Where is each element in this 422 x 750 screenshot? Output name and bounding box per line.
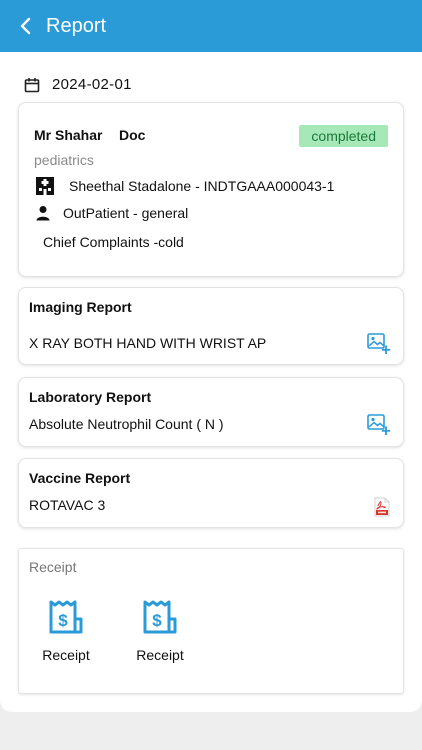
visit-card[interactable]: Mr Shahar Doc completed pediatrics Sheet… xyxy=(18,102,404,277)
page-title: Report xyxy=(46,14,107,37)
hospital-name: Sheethal Stadalone - INDTGAAA000043-1 xyxy=(69,178,335,194)
hospital-icon xyxy=(36,177,54,195)
app-bar: Report xyxy=(0,0,422,52)
add-image-icon[interactable] xyxy=(367,333,391,355)
laboratory-report-item: Absolute Neutrophil Count ( N ) xyxy=(29,416,224,432)
person-icon xyxy=(36,206,50,221)
calendar-icon xyxy=(24,77,40,92)
doctor-label: Doc xyxy=(119,127,146,143)
receipt-icon[interactable]: $ xyxy=(47,599,85,635)
pdf-icon[interactable] xyxy=(373,497,391,517)
svg-text:$: $ xyxy=(152,611,162,630)
chief-complaints: Chief Complaints -cold xyxy=(43,234,184,250)
patient-name: Mr Shahar xyxy=(34,127,103,143)
department: pediatrics xyxy=(34,152,94,168)
add-image-icon[interactable] xyxy=(367,414,391,436)
laboratory-report-title: Laboratory Report xyxy=(29,389,152,405)
receipt-heading: Receipt xyxy=(29,559,77,575)
receipt-item[interactable]: $ Receipt xyxy=(125,599,195,663)
receipt-section: Receipt $ Receipt $ Receipt xyxy=(18,548,404,694)
chevron-left-icon xyxy=(20,17,31,35)
imaging-report-title: Imaging Report xyxy=(29,299,132,315)
report-page: 2024-02-01 Mr Shahar Doc completed pedia… xyxy=(0,52,422,712)
date-text: 2024-02-01 xyxy=(52,76,132,93)
hospital-row: Sheethal Stadalone - INDTGAAA000043-1 xyxy=(35,176,334,196)
visit-date: 2024-02-01 xyxy=(24,76,132,93)
vaccine-report-item: ROTAVAC 3 xyxy=(29,497,106,513)
status-badge: completed xyxy=(299,125,388,147)
patient-type: OutPatient - general xyxy=(63,205,189,221)
receipt-item[interactable]: $ Receipt xyxy=(31,599,101,663)
laboratory-report-card[interactable]: Laboratory Report Absolute Neutrophil Co… xyxy=(18,377,404,447)
receipt-label: Receipt xyxy=(42,647,90,663)
imaging-report-item: X RAY BOTH HAND WITH WRIST AP xyxy=(29,335,267,351)
vaccine-report-title: Vaccine Report xyxy=(29,470,131,486)
patient-type-row: OutPatient - general xyxy=(35,205,188,221)
vaccine-report-card[interactable]: Vaccine Report ROTAVAC 3 xyxy=(18,458,404,528)
svg-text:$: $ xyxy=(58,611,68,630)
receipt-label: Receipt xyxy=(136,647,184,663)
imaging-report-card[interactable]: Imaging Report X RAY BOTH HAND WITH WRIS… xyxy=(18,287,404,365)
receipt-icon[interactable]: $ xyxy=(141,599,179,635)
back-button[interactable] xyxy=(6,0,46,52)
